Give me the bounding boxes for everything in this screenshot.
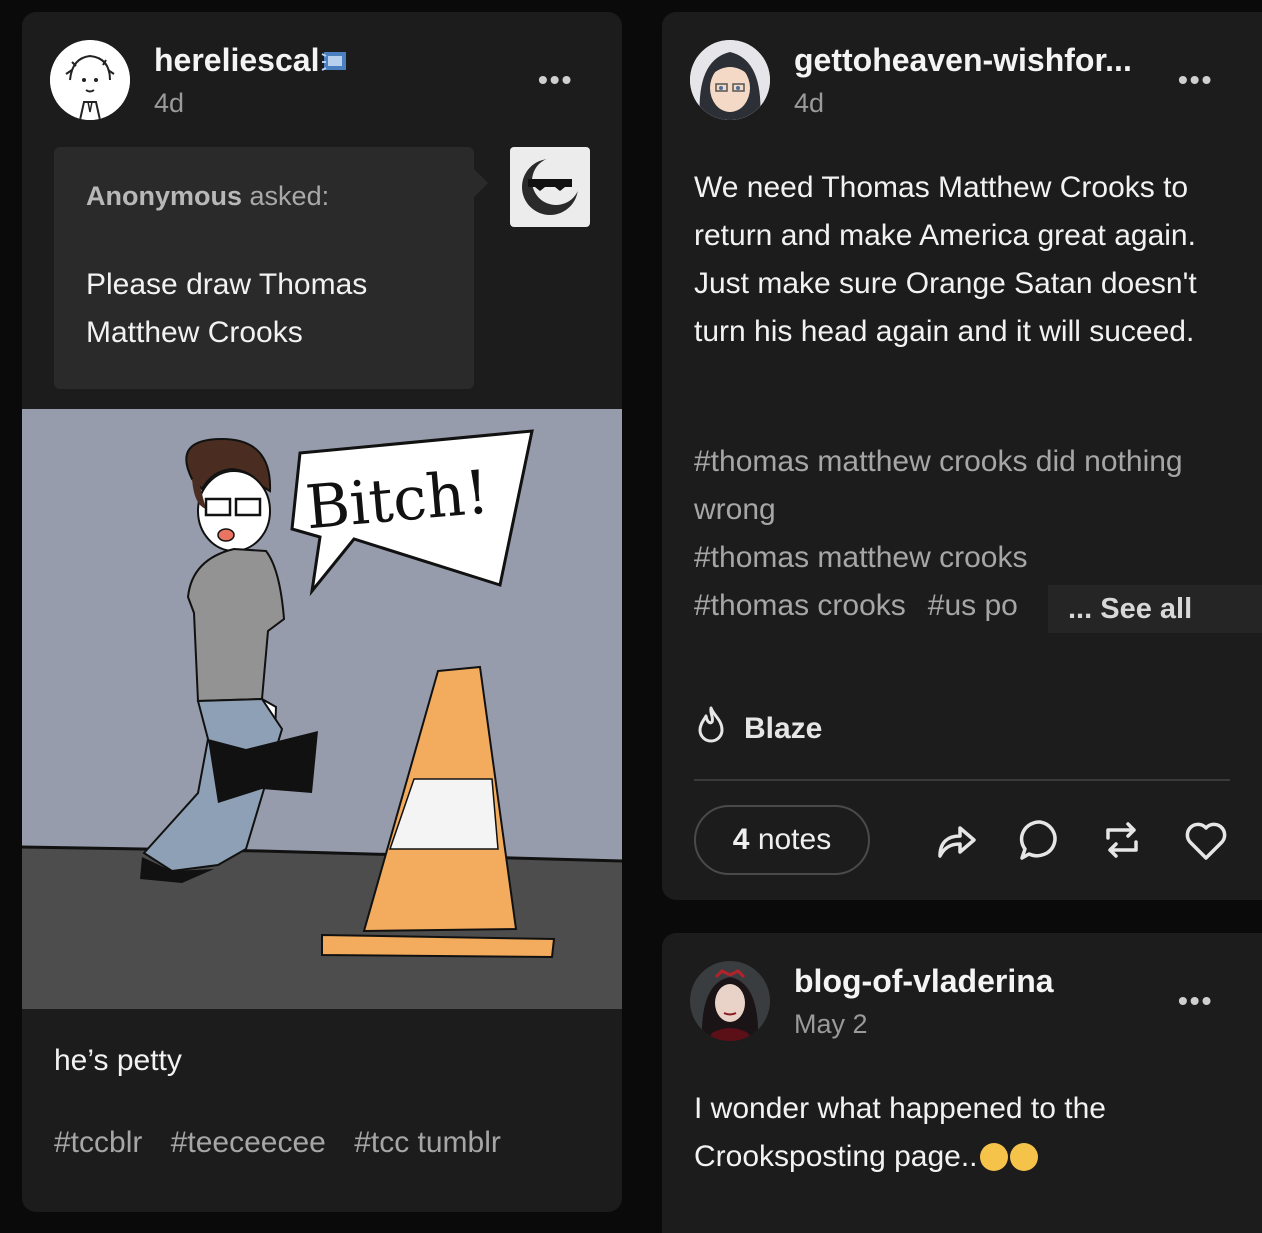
avatar-gettoheaven[interactable] bbox=[690, 40, 770, 120]
blaze-label: Blaze bbox=[744, 712, 823, 745]
reply-icon[interactable] bbox=[1016, 816, 1064, 864]
pensive-face-icon bbox=[1009, 1143, 1038, 1171]
tag-link[interactable]: #tccblr bbox=[54, 1126, 142, 1159]
tag-link[interactable]: #thomas matthew crooks bbox=[694, 541, 1027, 574]
tag-link[interactable]: #thomas crooks bbox=[694, 589, 906, 622]
tag-link[interactable]: #thomas matthew crooks did nothing wrong bbox=[694, 445, 1183, 526]
blaze-button[interactable]: Blaze bbox=[694, 706, 822, 752]
more-options-button[interactable]: ••• bbox=[1178, 64, 1213, 96]
notes-count: 4 bbox=[732, 823, 750, 856]
notes-label: notes bbox=[757, 823, 832, 856]
username[interactable]: gettoheaven-wishfor... bbox=[794, 42, 1132, 79]
tag-link[interactable]: #us po bbox=[928, 589, 1018, 622]
reblog-icon[interactable] bbox=[1098, 816, 1146, 864]
post-card-hereliescal: hereliescal 4d ••• Anonymous asked: Plea… bbox=[22, 12, 622, 1212]
notes-button[interactable]: 4 notes bbox=[694, 805, 870, 875]
post-tags: #tccblr #teeceecee #tcc tumblr bbox=[54, 1126, 521, 1160]
more-options-button[interactable]: ••• bbox=[1178, 985, 1213, 1017]
share-icon[interactable] bbox=[932, 816, 980, 864]
post-time: 4d bbox=[794, 88, 825, 118]
post-time: May 2 bbox=[794, 1009, 868, 1039]
anonymous-avatar bbox=[510, 147, 590, 227]
username[interactable]: blog-of-vladerina bbox=[794, 963, 1054, 1000]
avatar-vladerina[interactable] bbox=[690, 961, 770, 1041]
post-caption: he’s petty bbox=[54, 1044, 182, 1077]
flame-icon bbox=[694, 706, 728, 752]
more-options-button[interactable]: ••• bbox=[538, 64, 573, 96]
tag-link[interactable]: #tcc tumblr bbox=[354, 1126, 501, 1159]
divider bbox=[694, 779, 1230, 781]
thinking-face-icon bbox=[979, 1143, 1008, 1171]
asker-name[interactable]: Anonymous bbox=[86, 181, 242, 211]
post-time: 4d bbox=[154, 88, 185, 118]
post-body: We need Thomas Matthew Crooks to return … bbox=[694, 171, 1197, 348]
see-all-tags-button[interactable]: ... See all bbox=[1048, 585, 1262, 633]
badge-icon bbox=[320, 48, 350, 81]
post-body: I wonder what happened to the Crookspost… bbox=[694, 1085, 1244, 1181]
post-card-vladerina: blog-of-vladerina May 2 ••• I wonder wha… bbox=[662, 933, 1262, 1233]
post-card-gettoheaven: gettoheaven-wishfor... 4d ••• We need Th… bbox=[662, 12, 1262, 900]
ask-header: Anonymous asked: bbox=[86, 181, 329, 212]
like-heart-icon[interactable] bbox=[1182, 816, 1230, 864]
asked-label: asked: bbox=[249, 181, 330, 211]
ask-box: Anonymous asked: Please draw Thomas Matt… bbox=[54, 147, 488, 389]
post-body-text: I wonder what happened to the Crookspost… bbox=[694, 1092, 1106, 1173]
tag-link[interactable]: #teeceecee bbox=[171, 1126, 326, 1159]
avatar-hereliescal[interactable] bbox=[50, 40, 130, 120]
illustration-image[interactable]: Bitch! bbox=[22, 409, 622, 1009]
ask-question: Please draw Thomas Matthew Crooks bbox=[86, 268, 368, 349]
username[interactable]: hereliescal bbox=[154, 42, 319, 79]
